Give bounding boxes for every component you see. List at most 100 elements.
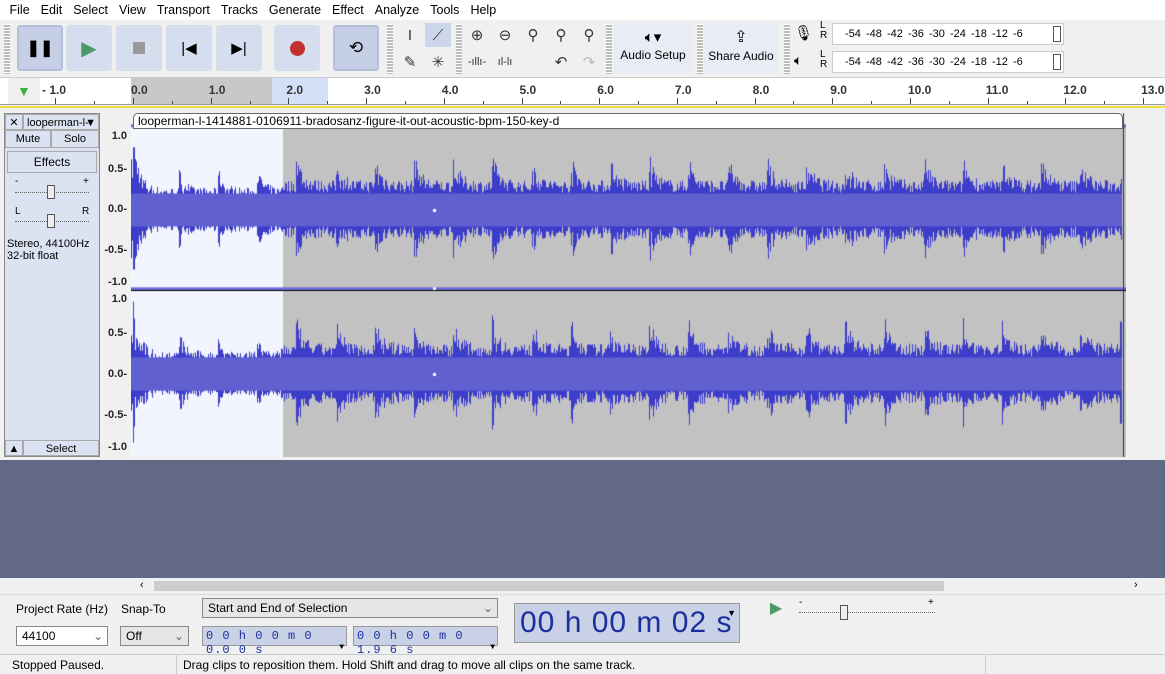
undo-button[interactable]: ↶ [548, 50, 574, 74]
meter-tick-label: -6 [1013, 56, 1023, 68]
track-name-menu[interactable]: looperman-l- ▼ [23, 114, 99, 130]
select-track-button[interactable]: Select [23, 440, 99, 456]
ruler-tick [210, 98, 212, 104]
menu-bar: File Edit Select View Transport Tracks G… [0, 0, 1165, 20]
draw-tool[interactable]: ✎ [397, 50, 423, 74]
status-state: Stopped Paused. [12, 658, 105, 672]
selection-tool[interactable]: I [397, 23, 423, 47]
menu-help[interactable]: Help [465, 3, 502, 17]
close-track-button[interactable]: ✕ [5, 114, 23, 130]
scale-label: 1.0 [111, 293, 127, 305]
zoom-toggle-icon: ⚲ [583, 27, 595, 44]
gain-slider-thumb[interactable] [47, 185, 55, 199]
empty-track-area[interactable] [0, 460, 1165, 578]
ruler-tick [1065, 98, 1067, 104]
play-at-speed-button[interactable]: ▶ [764, 598, 788, 622]
track-info: Stereo, 44100Hz 32-bit float [7, 238, 90, 262]
record-meter[interactable]: -54 -48 -42 -36 -30 -24 -18 -12 -6 [832, 23, 1064, 45]
loop-icon: ⟲ [348, 38, 364, 57]
play-speed-slider[interactable] [799, 612, 935, 613]
mute-button[interactable]: Mute [5, 130, 51, 148]
meter-tick-label: -18 [971, 28, 987, 40]
ruler-tick [560, 101, 562, 104]
menu-generate[interactable]: Generate [263, 3, 326, 17]
share-audio-button[interactable]: ⇪ Share Audio [704, 22, 778, 74]
fit-selection-button[interactable]: ⚲ [520, 23, 546, 47]
play-speed-thumb[interactable] [840, 605, 848, 620]
scroll-left-icon[interactable]: ‹ [140, 579, 144, 591]
pause-button[interactable]: ❚❚ [17, 25, 63, 71]
silence-button[interactable]: ıl-lı [492, 50, 518, 74]
timeline-ruler[interactable]: ▼ - 1.0 0.0 1.0 2.0 3.0 4.0 5.0 6.0 7.0 8.0 9.0 10.… [0, 78, 1165, 105]
playback-meter[interactable]: -54 -48 -42 -36 -30 -24 -18 -12 -6 [832, 51, 1064, 73]
fit-project-button[interactable]: ⚲ [548, 23, 574, 47]
selection-end-time[interactable]: 0 0 h 0 0 m 0 1.9 6 s ▼ [353, 626, 498, 657]
project-rate-label: Project Rate (Hz) [16, 602, 109, 616]
audio-setup-button[interactable]: 🔈︎▾ Audio Setup [614, 22, 692, 74]
meter-slider-handle[interactable] [1053, 26, 1061, 42]
toolbar-grip[interactable] [4, 24, 10, 74]
zoom-in-button[interactable]: ⊕ [464, 23, 490, 47]
scale-label: 0.5- [108, 327, 127, 339]
stop-button[interactable] [116, 25, 162, 71]
loop-button[interactable]: ⟲ [333, 25, 379, 71]
audio-position-display[interactable]: 00 h 00 m 02 s ▼ [514, 603, 740, 643]
redo-button[interactable]: ↷ [576, 50, 602, 74]
chevron-down-icon: ⌄ [173, 629, 184, 643]
trim-button[interactable]: -ıllı- [464, 50, 490, 74]
skip-end-button[interactable]: ▶| [216, 25, 262, 71]
horizontal-scrollbar[interactable]: ‹ › [0, 578, 1165, 594]
skip-start-icon: |◀ [181, 40, 197, 57]
menu-tools[interactable]: Tools [425, 3, 465, 17]
ruler-tick [327, 101, 329, 104]
play-icon: ▶ [769, 600, 783, 617]
collapse-track-button[interactable]: ▲ [5, 440, 23, 456]
scale-label: 0.0- [108, 203, 127, 215]
effects-button[interactable]: Effects [7, 151, 97, 173]
ruler-label: 7.0 [674, 83, 692, 97]
zoom-in-icon: ⊕ [470, 27, 484, 44]
skip-start-button[interactable]: |◀ [166, 25, 212, 71]
record-button[interactable] [274, 25, 320, 71]
menu-analyze[interactable]: Analyze [369, 3, 424, 17]
zoom-toggle-button[interactable]: ⚲ [576, 23, 602, 47]
scroll-right-icon[interactable]: › [1134, 579, 1138, 591]
microphone-icon[interactable]: 🎙︎ [794, 24, 813, 42]
meter-tick-label: -30 [929, 56, 945, 68]
envelope-tool[interactable]: ⟋ [425, 23, 451, 47]
speaker-icon[interactable]: 🔈︎ [794, 52, 802, 69]
menu-file[interactable]: File [4, 3, 35, 17]
meter-slider-handle[interactable] [1053, 54, 1061, 70]
snap-to-select[interactable]: Off ⌄ [120, 626, 189, 646]
ruler-label: 3.0 [364, 83, 381, 97]
green-triangle-icon: ▼ [17, 83, 31, 99]
toolbar: ❚❚ ▶ |◀ ▶| ⟲ I ⟋ ✎ ✳ ⊕ ⊖ ⚲ ⚲ ⚲ -ıllı- ıl… [0, 20, 1165, 78]
menu-effect[interactable]: Effect [327, 3, 370, 17]
clip-title[interactable]: looperman-l-1414881-0106911-bradosanz-fi… [133, 113, 1123, 129]
menu-edit[interactable]: Edit [35, 3, 68, 17]
menu-tracks[interactable]: Tracks [215, 3, 263, 17]
menu-select[interactable]: Select [68, 3, 114, 17]
menu-transport[interactable]: Transport [151, 3, 215, 17]
ruler-tick [676, 98, 678, 104]
gain-minus-label: - [15, 176, 19, 187]
vertical-scale[interactable]: 1.0 0.5- 0.0- -0.5- -1.0 1.0 0.5- 0.0- -… [100, 113, 131, 457]
ruler-label: 4.0 [441, 83, 459, 97]
multi-tool[interactable]: ✳ [425, 50, 451, 74]
waveform-display[interactable] [131, 113, 1126, 457]
play-meter-lr: LR [820, 49, 828, 70]
zoom-out-button[interactable]: ⊖ [492, 23, 518, 47]
menu-view[interactable]: View [113, 3, 151, 17]
record-icon [289, 40, 305, 56]
play-head-toggle[interactable]: ▼ [8, 78, 40, 104]
ruler-label: 9.0 [830, 83, 847, 97]
ruler-tick [55, 98, 57, 104]
pan-slider-thumb[interactable] [47, 214, 55, 228]
project-rate-select[interactable]: 44100 ⌄ [16, 626, 108, 646]
ruler-tick [754, 98, 756, 104]
scrollbar-thumb[interactable] [154, 581, 944, 591]
play-button[interactable]: ▶ [66, 25, 112, 71]
selection-start-time[interactable]: 0 0 h 0 0 m 0 0.0 0 s ▼ [202, 626, 347, 657]
selection-mode-select[interactable]: Start and End of Selection ⌄ [202, 598, 498, 618]
solo-button[interactable]: Solo [51, 130, 99, 148]
